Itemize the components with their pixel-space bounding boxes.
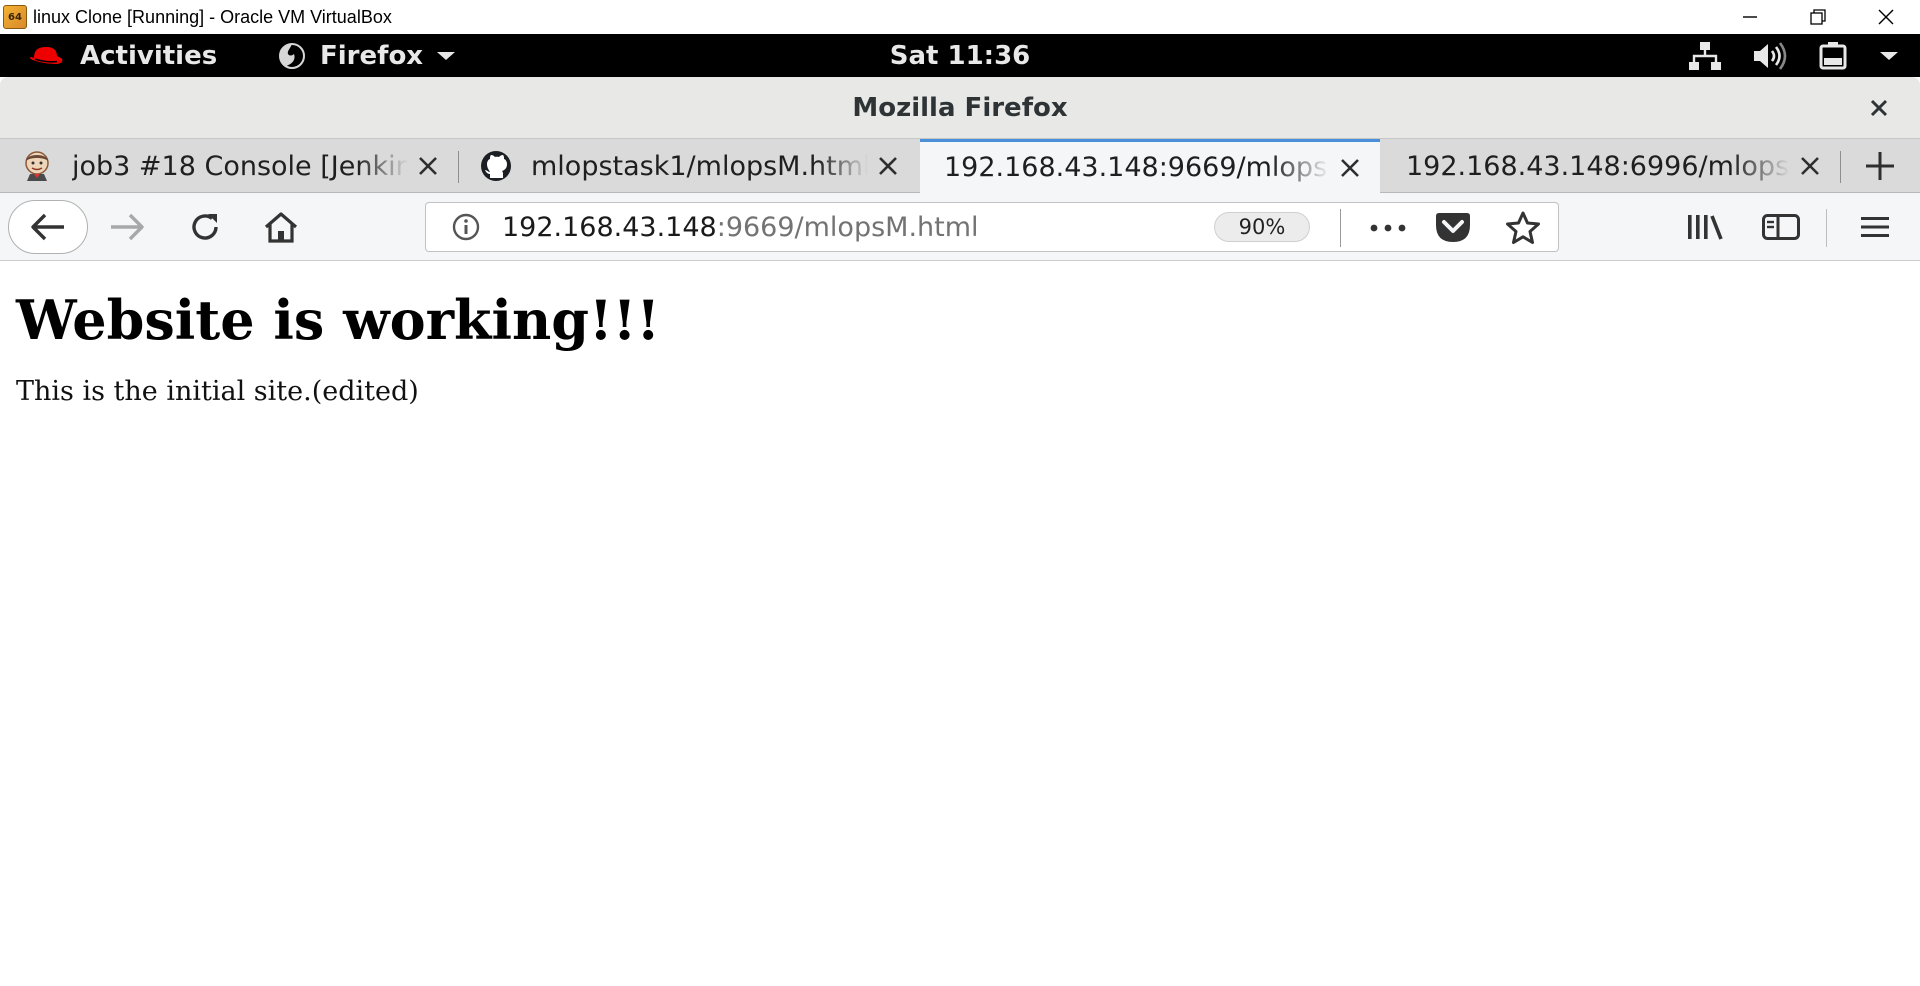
- close-icon: [1878, 9, 1894, 25]
- page-paragraph: This is the initial site.(edited): [16, 376, 419, 407]
- app-menu-label: Firefox: [320, 40, 424, 71]
- forward-button[interactable]: [104, 207, 150, 247]
- chevron-down-icon: [437, 51, 456, 60]
- reload-button[interactable]: [182, 207, 228, 247]
- tab-label: 192.168.43.148:9669/mlopsM.html: [944, 152, 1330, 183]
- hamburger-menu-icon: [1861, 217, 1889, 237]
- tab-close-button[interactable]: [408, 146, 448, 186]
- host-window-controls: [1716, 0, 1920, 34]
- url-path: :9669/mlopsM.html: [716, 211, 979, 243]
- url-bar-divider: [1340, 209, 1341, 247]
- host-window-title: linux Clone [Running] - Oracle VM Virtua…: [33, 6, 392, 27]
- close-icon: [1341, 158, 1359, 177]
- clock[interactable]: Sat 11:36: [890, 41, 1031, 71]
- minimize-button[interactable]: [1716, 0, 1784, 34]
- star-icon: [1506, 211, 1540, 244]
- gnome-top-bar: Activities Firefox Sat 11:36: [0, 34, 1920, 77]
- home-button[interactable]: [258, 207, 304, 247]
- tab-label: 192.168.43.148:6996/mlopsM.html: [1406, 150, 1790, 182]
- app-menu-button[interactable]: Firefox: [278, 34, 457, 77]
- system-tray[interactable]: [1658, 34, 1900, 77]
- pocket-button[interactable]: [1431, 208, 1475, 248]
- tab-strip: job3 #18 Console [Jenkins] mlopstask1/ml…: [0, 139, 1920, 193]
- sidebar-toggle-button[interactable]: [1758, 207, 1804, 247]
- restore-button[interactable]: [1784, 0, 1852, 34]
- system-menu-arrow-icon: [1878, 49, 1900, 63]
- back-arrow-icon: [31, 213, 64, 241]
- close-icon: [1801, 157, 1819, 175]
- close-icon: [879, 157, 897, 175]
- tab-label: job3 #18 Console [Jenkins]: [72, 150, 408, 182]
- tab-jenkins-console[interactable]: job3 #18 Console [Jenkins]: [0, 139, 458, 193]
- tab-close-button[interactable]: [868, 146, 908, 186]
- back-button[interactable]: [8, 200, 88, 254]
- toolbar-separator: [1826, 209, 1827, 247]
- tab-github[interactable]: mlopstask1/mlopsM.html: [459, 139, 918, 193]
- home-icon: [264, 212, 298, 243]
- new-tab-button[interactable]: [1840, 139, 1920, 193]
- host-window-titlebar: 64 linux Clone [Running] - Oracle VM Vir…: [0, 0, 1920, 34]
- github-icon: [479, 149, 513, 183]
- restore-icon: [1810, 9, 1826, 25]
- page-actions-button[interactable]: [1366, 208, 1410, 248]
- forward-arrow-icon: [111, 213, 144, 241]
- library-icon: [1688, 215, 1723, 240]
- close-icon: [419, 157, 437, 175]
- url-bar[interactable]: 192.168.43.148:9669/mlopsM.html 90%: [425, 202, 1559, 252]
- activities-label: Activities: [80, 40, 218, 71]
- redhat-icon: [30, 46, 63, 64]
- url-text: 192.168.43.148:9669/mlopsM.html: [502, 212, 979, 243]
- plus-icon: [1866, 152, 1894, 180]
- close-icon: [1870, 99, 1888, 117]
- tab-6996[interactable]: 192.168.43.148:6996/mlopsM.html: [1382, 139, 1840, 193]
- jenkins-icon: [20, 149, 54, 183]
- close-window-button[interactable]: [1852, 0, 1920, 34]
- tab-9669-selected[interactable]: 192.168.43.148:9669/mlopsM.html: [920, 139, 1380, 193]
- web-page-content: Website is working!!! This is the initia…: [0, 262, 1920, 986]
- tab-close-button[interactable]: [1790, 146, 1830, 186]
- site-info-icon[interactable]: [446, 207, 486, 247]
- tab-close-button[interactable]: [1330, 148, 1370, 188]
- firefox-icon: [279, 42, 305, 69]
- activities-button[interactable]: Activities: [26, 34, 217, 77]
- page-heading: Website is working!!!: [16, 288, 661, 352]
- tab-label: mlopstask1/mlopsM.html: [531, 150, 868, 182]
- zoom-reset-button[interactable]: 90%: [1214, 212, 1310, 242]
- open-menu-button[interactable]: [1852, 207, 1898, 247]
- reload-icon: [192, 214, 218, 240]
- volume-icon: [1752, 41, 1788, 71]
- firefox-window-title: Mozilla Firefox: [852, 93, 1068, 123]
- pocket-icon: [1436, 213, 1470, 242]
- more-dots-icon: [1370, 224, 1406, 232]
- minimize-icon: [1743, 16, 1757, 18]
- battery-icon: [1818, 41, 1848, 71]
- sidebar-icon: [1762, 214, 1800, 240]
- library-button[interactable]: [1682, 207, 1728, 247]
- url-host: 192.168.43.148: [502, 211, 717, 243]
- firefox-close-button[interactable]: [1862, 91, 1896, 125]
- virtualbox-icon: 64: [3, 5, 27, 29]
- navigation-toolbar: 192.168.43.148:9669/mlopsM.html 90%: [0, 193, 1920, 261]
- network-icon: [1688, 41, 1722, 71]
- firefox-titlebar: Mozilla Firefox: [0, 77, 1920, 139]
- bookmark-star-button[interactable]: [1501, 208, 1545, 248]
